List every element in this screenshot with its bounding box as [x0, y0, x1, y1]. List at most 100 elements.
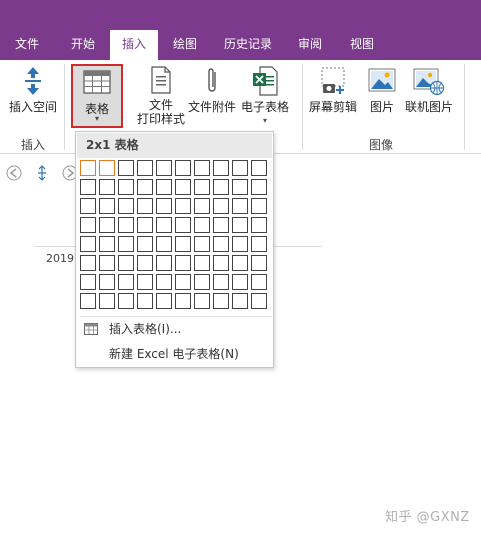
table-grid-cell[interactable] — [251, 198, 267, 214]
table-grid-cell[interactable] — [118, 274, 134, 290]
file-attachment-button[interactable]: 文件附件 — [186, 66, 238, 114]
table-grid-cell[interactable] — [118, 236, 134, 252]
table-grid-cell[interactable] — [232, 198, 248, 214]
table-grid-cell[interactable] — [194, 293, 210, 309]
table-grid-cell[interactable] — [99, 274, 115, 290]
table-grid-cell[interactable] — [118, 217, 134, 233]
table-grid-cell[interactable] — [99, 217, 115, 233]
table-grid-cell[interactable] — [175, 160, 191, 176]
table-grid-cell[interactable] — [156, 198, 172, 214]
table-grid-cell[interactable] — [137, 236, 153, 252]
table-grid-cell[interactable] — [232, 179, 248, 195]
table-grid-cell[interactable] — [137, 274, 153, 290]
table-grid-cell[interactable] — [213, 236, 229, 252]
table-grid-cell[interactable] — [99, 236, 115, 252]
table-grid-cell[interactable] — [80, 160, 96, 176]
table-grid-cell[interactable] — [118, 198, 134, 214]
spreadsheet-dropdown-arrow[interactable]: ▾ — [238, 114, 292, 128]
table-grid-cell[interactable] — [194, 217, 210, 233]
insert-space-button[interactable]: 插入空间 — [6, 66, 60, 114]
table-grid-cell[interactable] — [156, 236, 172, 252]
table-grid-cell[interactable] — [99, 198, 115, 214]
table-grid-cell[interactable] — [99, 255, 115, 271]
table-grid-cell[interactable] — [232, 160, 248, 176]
file-printout-button[interactable]: 文件 打印样式 — [134, 66, 188, 126]
table-grid-cell[interactable] — [251, 255, 267, 271]
table-grid-cell[interactable] — [232, 293, 248, 309]
table-grid-cell[interactable] — [80, 293, 96, 309]
table-grid-cell[interactable] — [232, 255, 248, 271]
tab-review[interactable]: 审阅 — [290, 30, 330, 60]
screen-clipping-button[interactable]: 屏幕剪辑 — [306, 66, 360, 114]
table-grid-cell[interactable] — [251, 236, 267, 252]
new-excel-spreadsheet-menu-item[interactable]: 新建 Excel 电子表格(N) — [77, 343, 272, 365]
table-grid-cell[interactable] — [194, 179, 210, 195]
table-grid-cell[interactable] — [213, 198, 229, 214]
table-grid-cell[interactable] — [194, 236, 210, 252]
table-grid-cell[interactable] — [137, 198, 153, 214]
table-grid-cell[interactable] — [251, 217, 267, 233]
table-grid-cell[interactable] — [137, 160, 153, 176]
tab-draw[interactable]: 绘图 — [165, 30, 205, 60]
tab-insert[interactable]: 插入 — [110, 30, 158, 60]
table-grid-cell[interactable] — [99, 293, 115, 309]
tab-file[interactable]: 文件 — [8, 30, 46, 60]
table-grid-cell[interactable] — [80, 236, 96, 252]
table-grid-cell[interactable] — [232, 217, 248, 233]
table-grid-cell[interactable] — [118, 160, 134, 176]
table-grid-cell[interactable] — [137, 255, 153, 271]
table-grid-cell[interactable] — [194, 160, 210, 176]
table-grid-cell[interactable] — [156, 217, 172, 233]
table-grid-cell[interactable] — [137, 179, 153, 195]
table-grid-cell[interactable] — [251, 293, 267, 309]
table-grid-cell[interactable] — [118, 293, 134, 309]
table-grid-cell[interactable] — [156, 274, 172, 290]
table-grid-cell[interactable] — [80, 179, 96, 195]
table-grid-cell[interactable] — [99, 179, 115, 195]
table-grid-cell[interactable] — [175, 198, 191, 214]
table-grid-cell[interactable] — [213, 274, 229, 290]
table-grid-cell[interactable] — [175, 217, 191, 233]
table-grid-cell[interactable] — [156, 255, 172, 271]
table-grid-cell[interactable] — [175, 293, 191, 309]
insert-table-menu-item[interactable]: 插入表格(I)... — [77, 318, 272, 340]
table-grid-cell[interactable] — [175, 255, 191, 271]
table-dropdown-arrow[interactable]: ▾ — [73, 114, 121, 123]
table-grid-cell[interactable] — [80, 198, 96, 214]
table-grid-cell[interactable] — [213, 255, 229, 271]
table-grid-cell[interactable] — [232, 274, 248, 290]
table-grid-cell[interactable] — [251, 160, 267, 176]
table-grid-cell[interactable] — [175, 274, 191, 290]
table-grid-cell[interactable] — [251, 179, 267, 195]
table-grid-cell[interactable] — [194, 198, 210, 214]
table-grid-cell[interactable] — [99, 160, 115, 176]
table-button[interactable]: 表格 ▾ — [71, 64, 123, 128]
tab-home[interactable]: 开始 — [63, 30, 103, 60]
table-grid-cell[interactable] — [156, 179, 172, 195]
table-grid-cell[interactable] — [213, 293, 229, 309]
table-grid-cell[interactable] — [80, 217, 96, 233]
table-size-header: 2x1 表格 — [77, 133, 272, 158]
spreadsheet-button[interactable]: 电子表格 ▾ — [238, 66, 292, 128]
table-grid-cell[interactable] — [213, 217, 229, 233]
table-grid-cell[interactable] — [251, 274, 267, 290]
table-grid-cell[interactable] — [213, 160, 229, 176]
table-grid-cell[interactable] — [194, 255, 210, 271]
table-grid-cell[interactable] — [137, 293, 153, 309]
picture-button[interactable]: 图片 — [362, 66, 402, 114]
table-grid-cell[interactable] — [232, 236, 248, 252]
table-grid-cell[interactable] — [118, 255, 134, 271]
tab-view[interactable]: 视图 — [342, 30, 382, 60]
table-grid-cell[interactable] — [194, 274, 210, 290]
table-grid-cell[interactable] — [175, 179, 191, 195]
tab-history[interactable]: 历史记录 — [218, 30, 278, 60]
table-grid-cell[interactable] — [80, 255, 96, 271]
table-grid-cell[interactable] — [156, 293, 172, 309]
table-grid-cell[interactable] — [118, 179, 134, 195]
table-grid-cell[interactable] — [213, 179, 229, 195]
table-grid-cell[interactable] — [156, 160, 172, 176]
table-grid-cell[interactable] — [80, 274, 96, 290]
table-grid-cell[interactable] — [175, 236, 191, 252]
table-grid-cell[interactable] — [137, 217, 153, 233]
online-picture-button[interactable]: 联机图片 — [402, 66, 456, 114]
